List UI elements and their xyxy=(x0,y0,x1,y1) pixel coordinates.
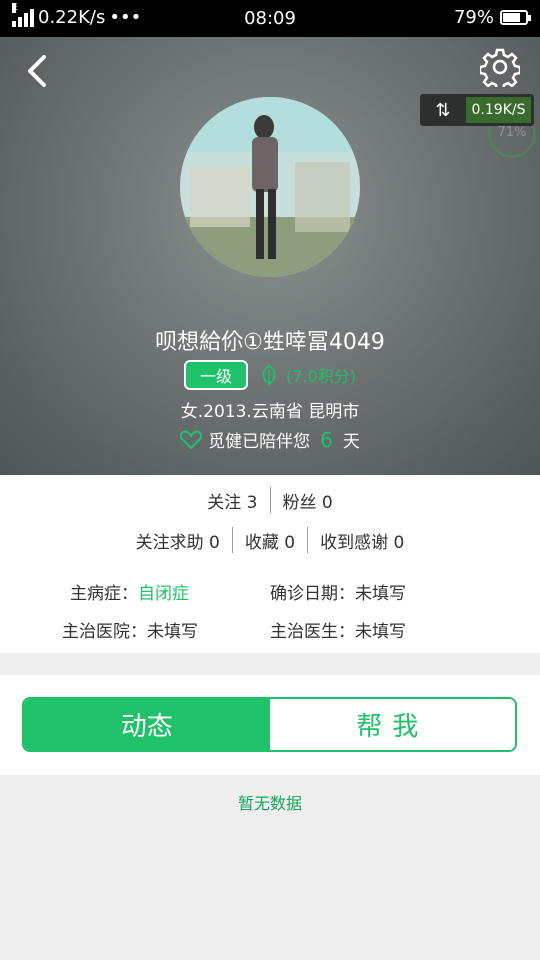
status-right: 79% xyxy=(453,7,531,28)
points-text: (7.0积分) xyxy=(286,367,356,386)
user-info: 女.2013.云南省 昆明市 xyxy=(180,402,360,422)
settings-button[interactable] xyxy=(478,47,522,92)
disease-label: 主病症： xyxy=(70,584,138,604)
disease-field: 主病症：自闭症 xyxy=(70,579,189,604)
thanks-count[interactable]: 收到感谢 0 xyxy=(320,528,404,553)
segmented-tabs: 动态 帮我 xyxy=(22,697,517,752)
companion-days: 觅健已陪伴您 6 天 xyxy=(0,427,540,452)
diagnosis-date-field: 确诊日期：未填写 xyxy=(270,584,406,604)
battery-icon xyxy=(500,10,531,25)
divider xyxy=(307,527,309,553)
battery-percent: 79% xyxy=(453,7,494,28)
activity-row: 关注求助 0 收藏 0 收到感谢 0 xyxy=(0,525,540,555)
follow-row: 关注 3 粉丝 0 xyxy=(0,485,540,515)
username: 呗想給伱①甡啈冨4049 xyxy=(155,330,385,355)
favorites-count[interactable]: 收藏 0 xyxy=(245,528,295,553)
level-badge[interactable]: 一级 xyxy=(184,360,249,390)
days-prefix: 觅健已陪伴您 xyxy=(208,432,311,452)
empty-state-text: 暂无数据 xyxy=(237,794,302,813)
help-count[interactable]: 关注求助 0 xyxy=(136,528,220,553)
days-suffix: 天 xyxy=(342,432,360,452)
stats-card: 关注 3 粉丝 0 关注求助 0 收藏 0 收到感谢 0 主病症：自闭症 确诊日… xyxy=(0,475,540,653)
speed-badge-value: 0.19K/S xyxy=(466,97,531,123)
avatar-image xyxy=(180,97,360,277)
fans-count[interactable]: 粉丝 0 xyxy=(283,488,333,513)
tabs-area: 动态 帮我 xyxy=(0,675,540,775)
points-display[interactable]: (7.0积分) xyxy=(258,363,356,387)
tab-help-me[interactable]: 帮我 xyxy=(269,699,515,750)
swap-arrows-icon: ⇅ xyxy=(435,99,451,121)
divider xyxy=(269,487,271,513)
network-speed-badge: ⇅ 0.19K/S xyxy=(420,94,534,126)
level-row: 一级 (7.0积分) xyxy=(0,360,540,390)
divider xyxy=(231,527,233,553)
leaf-icon xyxy=(262,364,276,386)
status-bar: E 0.22K/s ••• 08:09 79% xyxy=(0,0,540,37)
profile-header: 71% ⇅ 0.19K/S 呗想給伱①甡啈冨4049 一级 (7.0积分) 女.… xyxy=(0,37,540,475)
chevron-left-icon xyxy=(28,55,46,87)
avatar[interactable] xyxy=(180,97,360,277)
heart-icon xyxy=(180,430,203,449)
follow-count[interactable]: 关注 3 xyxy=(207,488,257,513)
days-count: 6 xyxy=(320,427,333,452)
tab-dynamics[interactable]: 动态 xyxy=(24,699,270,750)
doctor-field: 主治医生：未填写 xyxy=(270,622,406,642)
gear-icon xyxy=(478,48,522,92)
disease-value: 自闭症 xyxy=(138,584,189,604)
hospital-field: 主治医院：未填写 xyxy=(62,622,198,642)
back-button[interactable] xyxy=(18,51,58,91)
